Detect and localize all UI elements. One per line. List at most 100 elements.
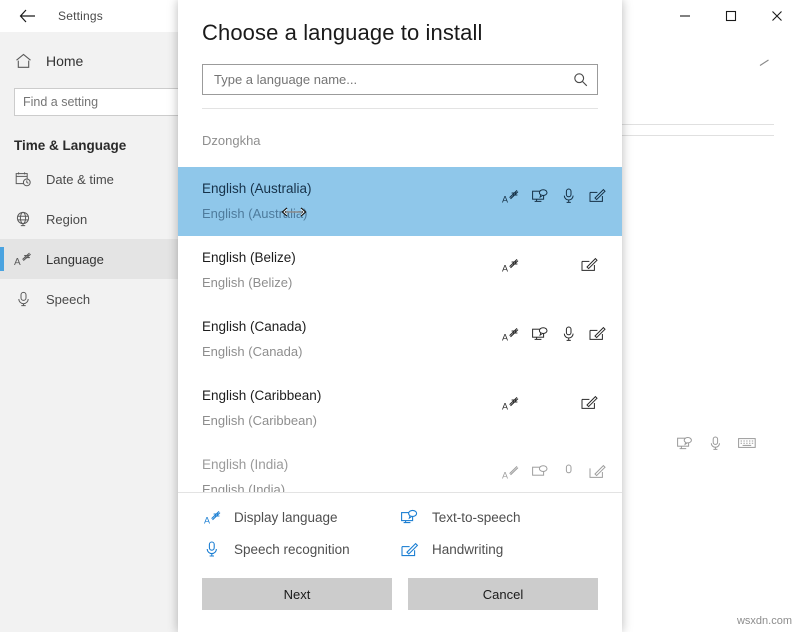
empty-capability-slot xyxy=(532,394,544,411)
language-capability-icons: A xyxy=(502,463,598,480)
legend-speech-recognition: Speech recognition xyxy=(202,541,400,558)
sidebar-item-label: Speech xyxy=(46,292,90,307)
handwriting-icon xyxy=(589,187,606,204)
text-to-speech-icon xyxy=(677,436,693,456)
display-language-icon: A xyxy=(502,187,519,204)
calendar-clock-icon xyxy=(14,171,32,187)
cancel-button[interactable]: Cancel xyxy=(408,578,598,610)
list-item[interactable]: English (Canada) English (Canada) A xyxy=(178,305,622,374)
language-capability-icons: A xyxy=(502,187,598,204)
sidebar: Home Time & Language xyxy=(0,32,180,632)
sidebar-home-label: Home xyxy=(46,53,83,69)
text-to-speech-icon xyxy=(532,325,549,342)
language-local-name: English (Belize) xyxy=(202,276,502,290)
sidebar-item-label: Region xyxy=(46,212,87,227)
language-names: English (Belize) English (Belize) xyxy=(202,251,502,290)
display-language-icon: A xyxy=(502,394,519,411)
home-icon xyxy=(14,53,32,69)
list-item[interactable]: English (India) English (India) A xyxy=(178,443,622,492)
close-icon[interactable] xyxy=(754,0,800,32)
language-local-name: Dzongkha xyxy=(202,134,598,148)
language-search-box[interactable] xyxy=(202,64,598,95)
display-language-icon: A xyxy=(502,463,519,480)
language-local-name: English (Australia) xyxy=(202,207,502,221)
language-capability-icons: A xyxy=(502,394,598,411)
handwriting-icon xyxy=(400,542,420,558)
window-controls xyxy=(662,0,800,32)
language-names: Dzongkha xyxy=(202,134,598,148)
language-names: English (Caribbean) English (Caribbean) xyxy=(202,389,502,428)
display-language-icon: A xyxy=(502,325,519,342)
globe-icon xyxy=(14,211,32,227)
list-item[interactable]: Dzongkha xyxy=(178,115,622,167)
text-to-speech-icon xyxy=(532,187,549,204)
display-language-icon: A xyxy=(502,256,519,273)
back-arrow-icon[interactable] xyxy=(12,2,42,30)
language-search-input[interactable] xyxy=(212,71,573,88)
svg-text:A: A xyxy=(14,257,21,267)
sidebar-search-wrap xyxy=(0,80,180,116)
sidebar-item-region[interactable]: Region xyxy=(0,199,180,239)
language-local-name: English (India) xyxy=(202,483,502,492)
chevron-up-icon[interactable] xyxy=(759,58,770,70)
legend-label: Handwriting xyxy=(432,542,503,557)
text-to-speech-icon xyxy=(532,463,549,480)
list-item[interactable]: English (Caribbean) English (Caribbean) … xyxy=(178,374,622,443)
microphone-icon xyxy=(14,291,32,307)
sidebar-section-title: Time & Language xyxy=(0,116,180,159)
sidebar-item-home[interactable]: Home xyxy=(0,42,180,80)
svg-text:A: A xyxy=(502,470,508,480)
language-native-name: English (Australia) xyxy=(202,182,502,196)
handwriting-icon xyxy=(589,325,606,342)
legend-label: Speech recognition xyxy=(234,542,350,557)
legend-label: Text-to-speech xyxy=(432,510,521,525)
language-native-name: English (India) xyxy=(202,458,502,472)
legend-handwriting: Handwriting xyxy=(400,541,598,558)
legend-text-to-speech: Text-to-speech xyxy=(400,509,598,525)
language-names: English (Australia) English (Australia) xyxy=(202,182,502,221)
display-language-icon: A xyxy=(202,509,222,525)
microphone-icon xyxy=(709,436,722,456)
maximize-icon[interactable] xyxy=(708,0,754,32)
content-capability-icons xyxy=(677,436,756,456)
next-button[interactable]: Next xyxy=(202,578,392,610)
sidebar-item-speech[interactable]: Speech xyxy=(0,279,180,319)
empty-capability-slot xyxy=(557,256,569,273)
language-native-name: English (Caribbean) xyxy=(202,389,502,403)
handwriting-icon xyxy=(589,463,606,480)
svg-text:A: A xyxy=(502,332,508,342)
app-title: Settings xyxy=(58,9,103,23)
speech-recognition-icon xyxy=(562,463,576,480)
language-list-scroll: ཛོང་ཁ Dzongkha English (Australia) Engli… xyxy=(178,109,622,492)
legend-display-language: A Display language xyxy=(202,509,400,525)
language-list[interactable]: ཛོང་ཁ Dzongkha English (Australia) Engli… xyxy=(178,109,622,492)
watermark: wsxdn.com xyxy=(737,615,792,627)
minimize-icon[interactable] xyxy=(662,0,708,32)
search-icon[interactable] xyxy=(573,72,588,87)
svg-text:A: A xyxy=(502,194,508,204)
sidebar-item-date-time[interactable]: Date & time xyxy=(0,159,180,199)
list-item-selected[interactable]: English (Australia) English (Australia) … xyxy=(178,167,622,236)
dialog-footer: Next Cancel xyxy=(178,564,622,632)
keyboard-icon xyxy=(738,436,756,456)
list-item[interactable]: English (Belize) English (Belize) A xyxy=(178,236,622,305)
handwriting-icon xyxy=(581,394,598,411)
speech-recognition-icon xyxy=(562,187,576,204)
language-native-name: English (Canada) xyxy=(202,320,502,334)
empty-capability-slot xyxy=(557,394,569,411)
speech-recognition-icon xyxy=(202,541,222,558)
sidebar-item-language[interactable]: A Language xyxy=(0,239,180,279)
language-capability-icons: A xyxy=(502,325,598,342)
settings-search-box[interactable] xyxy=(14,88,179,116)
capability-legend: A Display language Text-to-speech xyxy=(178,492,622,564)
search-input[interactable] xyxy=(21,94,172,110)
empty-capability-slot xyxy=(532,256,544,273)
title-bar-left: Settings xyxy=(0,2,180,30)
sidebar-item-label: Date & time xyxy=(46,172,114,187)
language-names: English (India) English (India) xyxy=(202,458,502,492)
dialog-header: Choose a language to install xyxy=(178,0,622,109)
dialog-title: Choose a language to install xyxy=(202,20,598,46)
handwriting-icon xyxy=(581,256,598,273)
sidebar-item-label: Language xyxy=(46,252,104,267)
language-local-name: English (Canada) xyxy=(202,345,502,359)
